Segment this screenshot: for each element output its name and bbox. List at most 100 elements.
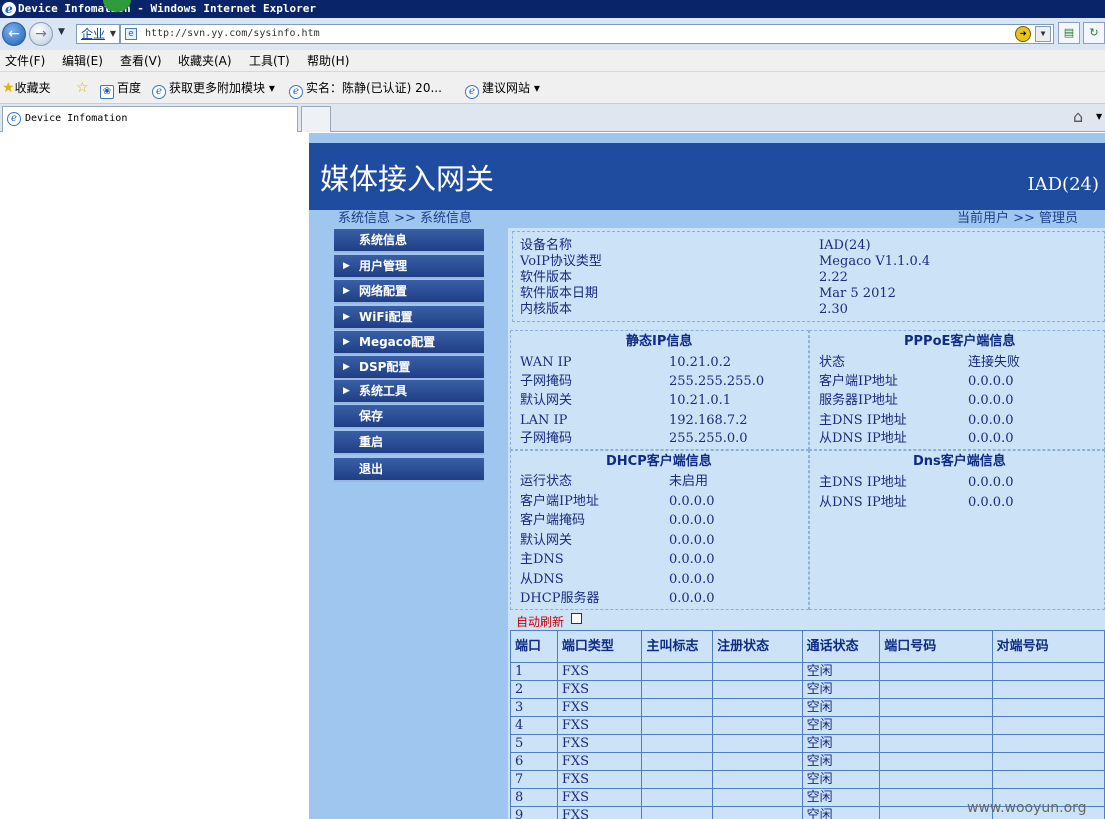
table-cell: FXS [556,734,643,753]
dhcp-value: 0.0.0.0 [669,591,715,606]
nav-label: 网络配置 [359,284,408,298]
system-info-panel: 设备名称 VoIP协议类型 软件版本 软件版本日期 内核版本 IAD(24) M… [508,228,1105,819]
table-cell [991,770,1105,789]
fav-label: 获取更多附加模块 ▾ [169,81,275,95]
fav-item-addons[interactable]: e 获取更多附加模块 ▾ [152,80,275,99]
nav-label: WiFi配置 [359,310,413,324]
star-icon: ★ [2,80,15,96]
table-cell [879,770,993,789]
table-cell [641,752,714,771]
table-cell [641,734,714,753]
dns-label: 从DNS IP地址 [819,495,907,510]
favorites-bar: ★收藏夹 ☆ ❀ 百度 e 获取更多附加模块 ▾ e 实名：陈静(已认证) 20...… [0,72,1105,104]
table-row: 5 FXS 空闲 [510,734,1105,753]
table-cell [641,770,714,789]
home-dropdown-icon[interactable]: ▼ [1096,112,1102,121]
nav-network-config[interactable]: ▶ 网络配置 [334,280,484,304]
menu-file[interactable]: 文件(F) [5,53,45,69]
recent-pages-dropdown-icon[interactable]: ▼ [58,28,66,37]
nav-dsp-config[interactable]: ▶ DSP配置 [334,356,484,380]
table-cell: 空闲 [801,680,881,699]
table-cell: 5 [510,734,558,753]
menu-edit[interactable]: 编辑(E) [62,53,103,69]
nav-megaco-config[interactable]: ▶ Megaco配置 [334,331,484,355]
compatibility-view-button[interactable]: ▤ [1058,22,1080,44]
nav-label: 退出 [359,462,384,476]
dns-label: 主DNS IP地址 [819,475,907,490]
url-input[interactable]: e http://svn.yy.com/sysinfo.htm ➜ ▼ [120,24,1054,44]
table-cell: FXS [556,806,643,819]
column-header: 端口 [510,630,558,663]
device-label: 内核版本 [520,302,573,317]
nav-label: Megaco配置 [359,335,436,349]
triangle-right-icon: ▶ [343,362,350,372]
table-cell [712,788,803,807]
nav-user-management[interactable]: ▶ 用户管理 [334,255,484,279]
nav-label: DSP配置 [359,360,411,374]
address-toolbar: ← → ▼ 企业 ▼ e http://svn.yy.com/sysinfo.ht… [0,18,1105,50]
url-text: http://svn.yy.com/sysinfo.htm [145,28,320,39]
table-cell [712,806,803,819]
new-tab-button[interactable] [301,106,331,132]
table-cell [712,680,803,699]
static-ip-label: 子网掩码 [520,431,573,446]
table-cell [641,716,714,735]
menu-favorites[interactable]: 收藏夹(A) [178,53,232,69]
static-ip-value: 10.21.0.2 [669,355,732,370]
table-cell [879,680,993,699]
column-header: 注册状态 [712,630,803,663]
table-row: 6 FXS 空闲 [510,752,1105,771]
tab-title: Device Infomation [25,113,128,124]
table-cell: 8 [510,788,558,807]
static-ip-value: 10.21.0.1 [669,393,732,408]
ie-page-icon: e [465,85,479,99]
dhcp-label: 默认网关 [520,533,573,548]
fav-item-suggested[interactable]: e 建议网站 ▾ [465,80,540,99]
home-icon[interactable]: ⌂ [1073,108,1083,126]
table-cell [641,662,714,681]
forward-button[interactable]: → [29,22,53,46]
pppoe-value: 0.0.0.0 [968,374,1014,389]
pppoe-label: 服务器IP地址 [819,393,898,408]
nav-wifi-config[interactable]: ▶ WiFi配置 [334,306,484,330]
table-cell: 6 [510,752,558,771]
tab-device-info[interactable]: e Device Infomation [2,106,298,132]
auto-refresh-label: 自动刷新 [516,615,565,629]
breadcrumb-bar: 系统信息 >> 系统信息 当前用户 >> 管理员 [309,210,1105,228]
current-user: 当前用户 >> 管理员 [956,211,1078,226]
dns-value: 0.0.0.0 [968,475,1014,490]
chevron-down-icon: ▼ [109,29,116,38]
pppoe-value: 0.0.0.0 [968,431,1014,446]
zone-selector[interactable]: 企业 ▼ [76,24,120,44]
nav-logout[interactable]: 退出 [334,458,484,482]
url-dropdown-icon[interactable]: ▼ [1035,26,1051,42]
nav-reboot[interactable]: 重启 [334,431,484,455]
fav-item-realname[interactable]: e 实名：陈静(已认证) 20... [289,80,442,99]
add-favorite-icon: ☆ [76,80,89,96]
nav-system-tools[interactable]: ▶ 系统工具 [334,380,484,404]
menu-help[interactable]: 帮助(H) [307,53,349,69]
favorites-button[interactable]: ★收藏夹 [2,80,51,96]
refresh-button[interactable]: ↻ [1083,22,1105,44]
column-header: 通话状态 [801,630,881,663]
device-label: 设备名称 [520,238,573,253]
table-row: 3 FXS 空闲 [510,698,1105,717]
fav-item-baidu[interactable]: ❀ 百度 [100,80,141,99]
go-icon[interactable]: ➜ [1015,26,1031,42]
table-cell [991,680,1105,699]
menu-view[interactable]: 查看(V) [120,53,162,69]
fav-label: 百度 [117,81,142,95]
table-row: 4 FXS 空闲 [510,716,1105,735]
fav-label: 实名：陈静(已认证) 20... [306,81,442,95]
table-cell: 2 [510,680,558,699]
dhcp-label: 主DNS [520,552,564,567]
nav-save[interactable]: 保存 [334,405,484,429]
back-button[interactable]: ← [2,22,26,46]
nav-system-info[interactable]: 系统信息 [334,229,484,253]
favorites-label: 收藏夹 [14,81,51,95]
add-favorite-button[interactable]: ☆ [76,80,89,96]
auto-refresh-checkbox[interactable] [571,613,582,624]
table-cell [712,752,803,771]
dhcp-value: 0.0.0.0 [669,494,715,509]
menu-tools[interactable]: 工具(T) [249,53,290,69]
